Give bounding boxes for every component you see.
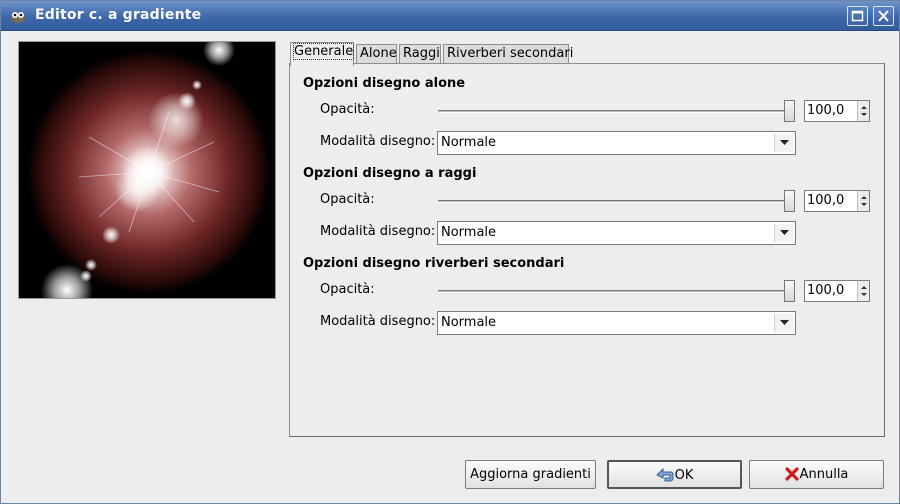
secondary-mode-value: Normale bbox=[441, 315, 497, 330]
spin-arrows-icon[interactable] bbox=[857, 101, 869, 121]
secondary-mode-combo[interactable]: Normale bbox=[437, 311, 796, 335]
flare-preview-image bbox=[18, 41, 276, 299]
maximize-icon bbox=[851, 10, 864, 22]
refresh-gradients-button[interactable]: Aggiorna gradienti bbox=[465, 460, 596, 489]
halo-opacity-value: 100,0 bbox=[807, 103, 845, 118]
red-x-icon bbox=[784, 467, 799, 481]
tab-raggi[interactable]: Raggi bbox=[399, 44, 441, 64]
tab-generale[interactable]: Generale bbox=[290, 42, 355, 66]
halo-mode-combo[interactable]: Normale bbox=[437, 131, 796, 155]
rays-mode-combo[interactable]: Normale bbox=[437, 221, 796, 245]
close-button[interactable] bbox=[873, 6, 894, 26]
close-icon bbox=[878, 10, 889, 22]
secondary-opacity-value: 100,0 bbox=[807, 283, 845, 298]
rays-opacity-spinbutton[interactable]: 100,0 bbox=[804, 190, 870, 212]
cancel-button[interactable]: Annulla bbox=[749, 460, 884, 489]
chevron-down-icon[interactable] bbox=[774, 224, 794, 242]
halo-opacity-slider[interactable] bbox=[438, 110, 784, 113]
halo-mode-label: Modalità disegno: bbox=[320, 134, 436, 149]
secondary-opacity-label: Opacità: bbox=[320, 282, 375, 297]
rays-opacity-slider-handle[interactable] bbox=[784, 190, 795, 212]
tab-alone-label: Alone bbox=[360, 46, 397, 61]
undo-arrow-icon bbox=[655, 468, 674, 482]
tab-riverberi-label: Riverberi secondari bbox=[447, 46, 574, 61]
halo-opacity-spinbutton[interactable]: 100,0 bbox=[804, 100, 870, 122]
general-tab-panel: Opzioni disegno alone Opacità: 100,0 Mod… bbox=[289, 63, 885, 437]
rays-opacity-label: Opacità: bbox=[320, 192, 375, 207]
refresh-gradients-label: Aggiorna gradienti bbox=[470, 467, 591, 482]
maximize-button[interactable] bbox=[847, 6, 868, 26]
section-title-secondary-flares: Opzioni disegno riverberi secondari bbox=[303, 256, 565, 271]
tab-generale-label: Generale bbox=[292, 43, 355, 60]
ok-button[interactable]: OK bbox=[607, 460, 742, 489]
rays-mode-label: Modalità disegno: bbox=[320, 224, 436, 239]
window-title: Editor c. a gradiente bbox=[35, 7, 202, 23]
rays-opacity-value: 100,0 bbox=[807, 193, 845, 208]
cancel-label: Annulla bbox=[799, 467, 849, 482]
spin-arrows-icon[interactable] bbox=[857, 281, 869, 301]
tab-riverberi-secondari[interactable]: Riverberi secondari bbox=[443, 44, 573, 64]
section-title-rays: Opzioni disegno a raggi bbox=[303, 166, 477, 181]
title-bar[interactable]: Editor c. a gradiente bbox=[1, 1, 899, 31]
section-title-halo: Opzioni disegno alone bbox=[303, 76, 466, 91]
secondary-opacity-slider-handle[interactable] bbox=[784, 280, 795, 302]
halo-mode-value: Normale bbox=[441, 135, 497, 150]
secondary-opacity-slider[interactable] bbox=[438, 290, 784, 293]
spin-arrows-icon[interactable] bbox=[857, 191, 869, 211]
dialog-window: Editor c. a gradiente Generale Alone Rag… bbox=[0, 0, 900, 504]
ok-label: OK bbox=[674, 468, 694, 483]
halo-opacity-slider-handle[interactable] bbox=[784, 100, 795, 122]
rays-mode-value: Normale bbox=[441, 225, 497, 240]
secondary-mode-label: Modalità disegno: bbox=[320, 314, 436, 329]
gimp-wilber-icon bbox=[11, 12, 25, 23]
secondary-opacity-spinbutton[interactable]: 100,0 bbox=[804, 280, 870, 302]
chevron-down-icon[interactable] bbox=[774, 134, 794, 152]
tab-alone[interactable]: Alone bbox=[356, 44, 397, 64]
chevron-down-icon[interactable] bbox=[774, 314, 794, 332]
rays-opacity-slider[interactable] bbox=[438, 200, 784, 203]
tab-raggi-label: Raggi bbox=[403, 46, 440, 61]
halo-opacity-label: Opacità: bbox=[320, 102, 375, 117]
